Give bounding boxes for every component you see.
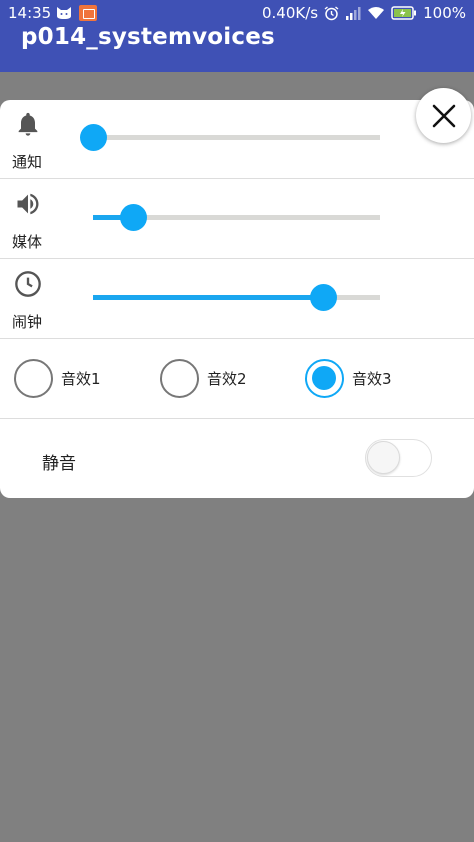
slider-fill: [93, 295, 323, 300]
signal-icon: [346, 7, 361, 20]
status-time: 14:35: [8, 4, 52, 22]
radio-sound-effect-3[interactable]: 音效3: [305, 359, 392, 398]
toggle-knob: [367, 441, 400, 474]
bell-icon: [18, 112, 38, 136]
radio-circle[interactable]: [305, 359, 344, 398]
app-screen: 14:35 0.40K/s 100% p014_systemvoices 通知 …: [0, 0, 474, 842]
battery-percent: 100%: [423, 4, 466, 22]
mute-row: 静音: [0, 420, 474, 498]
app-bar: 14:35 0.40K/s 100% p014_systemvoices: [0, 0, 474, 72]
close-icon: [432, 104, 455, 127]
radio-label: 音效2: [207, 370, 247, 388]
wifi-icon: [368, 7, 385, 19]
battery-charging-icon: [391, 6, 417, 20]
slider-thumb[interactable]: [80, 124, 107, 151]
mute-toggle[interactable]: [365, 439, 432, 477]
volume-dialog: 通知 媒体 闹钟 音效1 音效2 音效3 静音: [0, 100, 474, 498]
alarm-status-icon: [324, 5, 339, 20]
speaker-icon: [17, 193, 39, 215]
radio-sound-effect-1[interactable]: 音效1: [14, 359, 101, 398]
mute-label: 静音: [42, 454, 76, 474]
clock-icon: [15, 271, 41, 297]
alarm-label: 闹钟: [12, 313, 43, 331]
sound-effect-radio-group: 音效1 音效2 音效3: [0, 339, 474, 419]
volume-row-notification: 通知: [0, 100, 474, 179]
radio-label: 音效3: [352, 370, 392, 388]
radio-sound-effect-2[interactable]: 音效2: [160, 359, 247, 398]
status-right-group: 0.40K/s 100%: [262, 4, 466, 22]
media-label: 媒体: [12, 233, 43, 251]
volume-row-alarm: 闹钟: [0, 260, 474, 339]
radio-label: 音效1: [61, 370, 101, 388]
alarm-volume-slider[interactable]: [93, 284, 380, 311]
slider-thumb[interactable]: [120, 204, 148, 231]
slider-thumb[interactable]: [309, 284, 337, 311]
notification-label: 通知: [12, 153, 43, 171]
slider-track: [93, 135, 380, 140]
notification-volume-slider[interactable]: [80, 124, 380, 151]
media-volume-slider[interactable]: [93, 204, 380, 231]
app-title: p014_systemvoices: [21, 24, 275, 50]
volume-row-media: 媒体: [0, 180, 474, 259]
cat-notification-icon: [57, 7, 71, 19]
close-button[interactable]: [416, 88, 471, 143]
radio-circle[interactable]: [160, 359, 199, 398]
radio-circle[interactable]: [14, 359, 53, 398]
screen-record-icon: [79, 5, 97, 21]
network-speed: 0.40K/s: [262, 4, 319, 22]
